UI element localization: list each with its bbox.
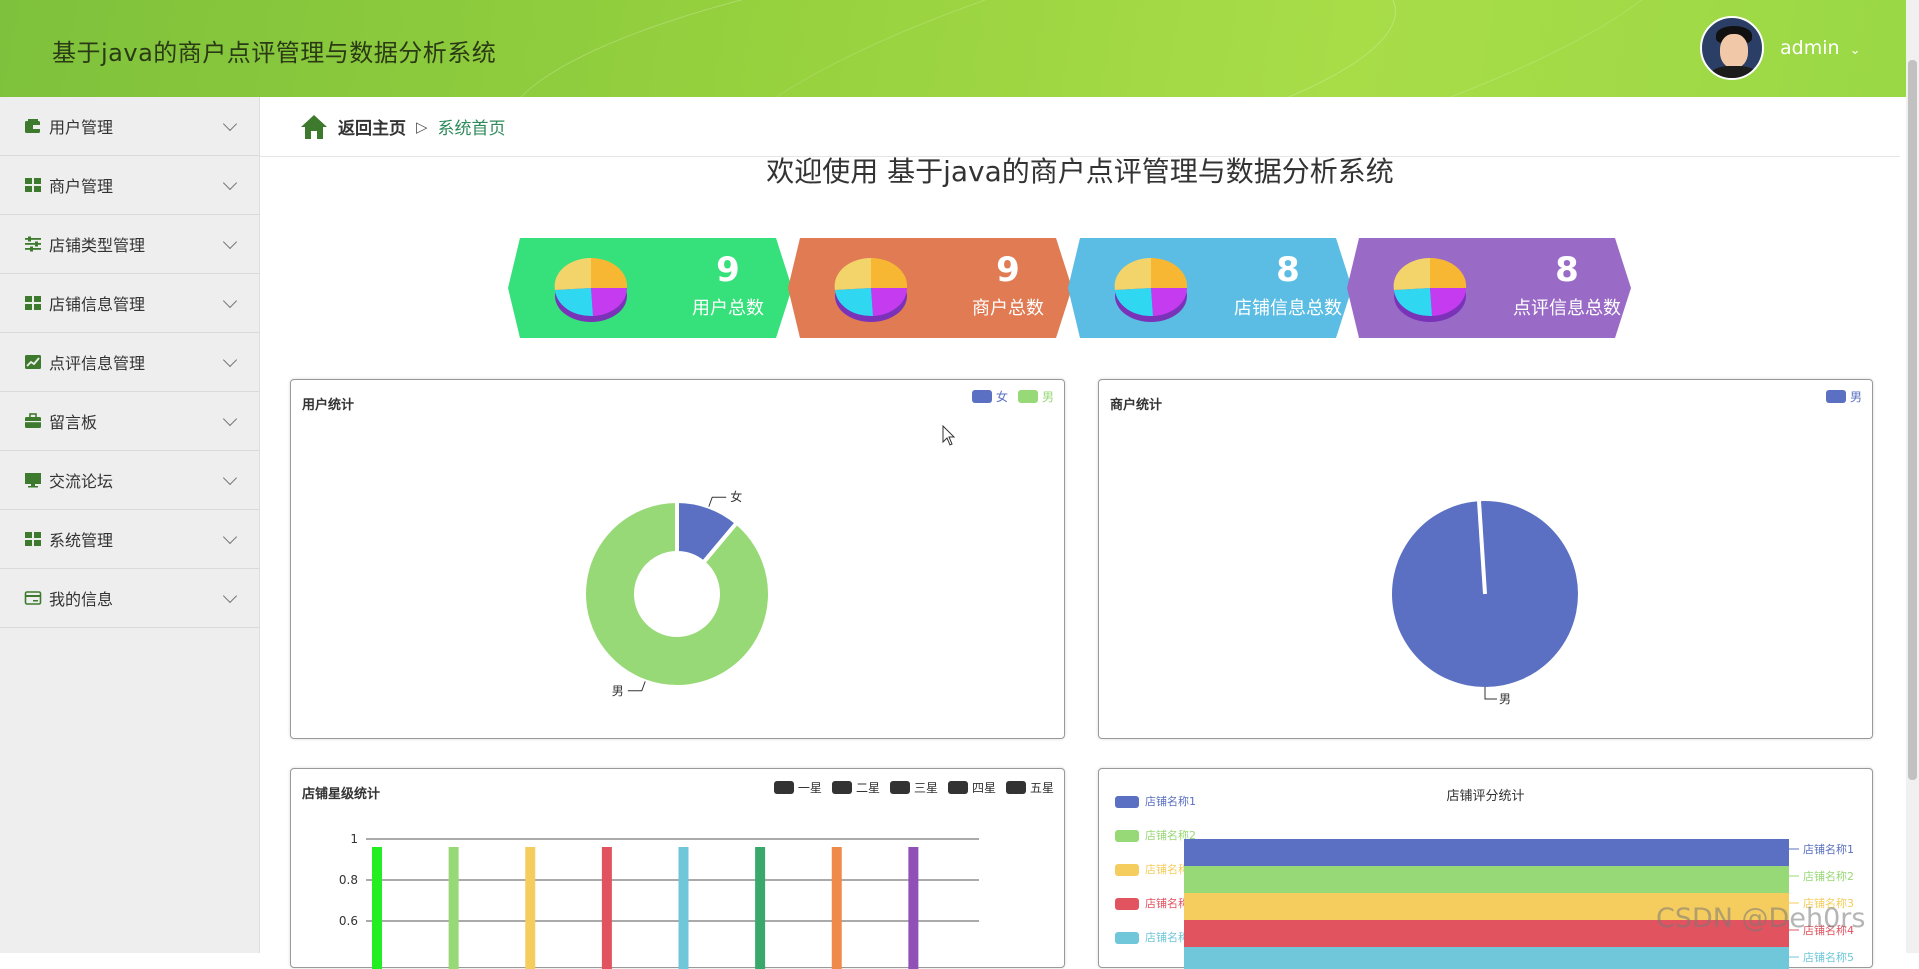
breadcrumb-separator: ▷ (416, 117, 428, 136)
chevron-down-icon (222, 529, 238, 545)
chevron-down-icon (222, 293, 238, 309)
bar[interactable] (525, 847, 536, 969)
sidebar-item-system[interactable]: 系统管理 (0, 510, 259, 569)
sidebar-item-label: 我的信息 (49, 590, 114, 609)
stat-label: 点评信息总数 (1513, 298, 1621, 319)
sidebar-item-forum[interactable]: 交流论坛 (0, 451, 259, 510)
sliders-icon (25, 236, 41, 252)
sidebar: 用户管理 商户管理 店铺类型管理 店铺信息管理 点评信息管理 留言板 交流论坛 … (0, 97, 260, 953)
bar[interactable] (601, 847, 612, 969)
sidebar-item-label: 用户管理 (49, 118, 114, 137)
label-line (627, 681, 646, 692)
sidebar-item-shop-types[interactable]: 店铺类型管理 (0, 215, 259, 274)
merchant-stats-panel: 商户统计 男 男 (1098, 379, 1873, 739)
sidebar-item-my-info[interactable]: 我的信息 (0, 569, 259, 628)
stat-label: 用户总数 (692, 298, 764, 319)
area-label: 店铺名称1 (1803, 842, 1854, 856)
sidebar-item-merchants[interactable]: 商户管理 (0, 156, 259, 215)
area-label: 店铺名称5 (1803, 950, 1854, 964)
breadcrumb: 返回主页 ▷ 系统首页 (260, 97, 1900, 157)
bar[interactable] (831, 847, 842, 969)
chevron-down-icon (222, 352, 238, 368)
area-chart: 店铺名称1店铺名称2店铺名称3店铺名称4店铺名称5 (1184, 839, 1854, 969)
page-title: 欢迎使用 基于java的商户点评管理与数据分析系统 (766, 155, 1394, 188)
app-title: 基于java的商户点评管理与数据分析系统 (52, 39, 497, 67)
briefcase-icon (25, 413, 41, 428)
stat-label: 商户总数 (972, 298, 1044, 319)
stat-value: 8 (1555, 250, 1579, 290)
pie-slice[interactable] (582, 498, 772, 689)
chevron-down-icon (222, 175, 238, 191)
area-label: 店铺名称2 (1803, 869, 1854, 883)
pie-chart-icon (1114, 257, 1188, 322)
sidebar-item-label: 商户管理 (49, 177, 114, 196)
top-header: 基于java的商户点评管理与数据分析系统 admin ⌄ (0, 0, 1919, 97)
y-tick-label: 1 (350, 832, 358, 846)
grid-icon (25, 296, 41, 310)
stat-card-reviews: 8 点评信息总数 (1347, 238, 1631, 338)
stat-card-merchants: 9 商户总数 (788, 238, 1072, 338)
area-band[interactable] (1184, 947, 1789, 969)
scrollbar-thumb[interactable] (1908, 60, 1917, 780)
sidebar-item-label: 店铺类型管理 (49, 236, 146, 255)
sidebar-item-label: 点评信息管理 (49, 354, 146, 373)
avatar[interactable] (1700, 16, 1764, 80)
stat-label: 店铺信息总数 (1234, 298, 1342, 319)
stat-value: 8 (1276, 250, 1300, 290)
chevron-down-icon: ⌄ (1849, 43, 1861, 58)
chevron-down-icon (222, 588, 238, 604)
chevron-down-icon (222, 411, 238, 427)
sidebar-item-label: 留言板 (49, 413, 98, 432)
shop-star-stats-panel: 店铺星级统计 一星 二星 三星 四星 五星 1 0.8 0.6 (290, 768, 1065, 969)
home-icon[interactable] (300, 114, 328, 140)
grid-icon (25, 178, 41, 192)
bar-chart: 1 0.8 0.6 (339, 832, 979, 969)
bar[interactable] (448, 847, 459, 969)
watermark: CSDN @Deh0rs (1656, 903, 1866, 934)
stat-value: 9 (716, 250, 740, 290)
slice-label: 男 (612, 684, 624, 698)
bar[interactable] (372, 847, 382, 969)
area-band[interactable] (1184, 866, 1789, 893)
bar[interactable] (908, 847, 919, 969)
bar[interactable] (678, 847, 689, 969)
area-band[interactable] (1184, 839, 1789, 866)
chevron-down-icon (222, 234, 238, 250)
pie-chart: 男 (1392, 500, 1578, 706)
sidebar-item-label: 系统管理 (49, 531, 114, 550)
label-line (708, 496, 727, 507)
card-icon (24, 591, 42, 605)
wallet-icon (25, 119, 40, 133)
mouse-cursor-icon (942, 425, 956, 446)
sidebar-item-users[interactable]: 用户管理 (0, 97, 259, 156)
chevron-down-icon (222, 470, 238, 486)
scrollbar[interactable] (1906, 0, 1919, 953)
chart-line-icon (25, 355, 41, 369)
slice-label: 男 (1499, 692, 1511, 706)
bar[interactable] (755, 847, 766, 969)
monitor-icon (25, 473, 41, 488)
chevron-down-icon (222, 116, 238, 132)
user-name: admin (1780, 37, 1840, 59)
user-menu[interactable]: admin ⌄ (1780, 37, 1861, 59)
breadcrumb-current: 系统首页 (437, 119, 506, 139)
y-tick-label: 0.6 (339, 914, 358, 928)
y-tick-label: 0.8 (339, 873, 358, 887)
sidebar-item-label: 交流论坛 (49, 472, 114, 491)
slice-label: 女 (730, 489, 742, 504)
pie-chart-icon (834, 257, 908, 322)
shop-score-stats-panel: 店铺评分统计 店铺名称1 店铺名称2 店铺名称3 店铺名称4 店铺名称5 店铺名… (1098, 768, 1873, 969)
grid-icon (25, 532, 41, 546)
label-line (1484, 687, 1497, 700)
sidebar-item-reviews[interactable]: 点评信息管理 (0, 333, 259, 392)
stat-value: 9 (996, 250, 1020, 290)
stat-card-shops: 8 店铺信息总数 (1068, 238, 1352, 338)
sidebar-item-shop-info[interactable]: 店铺信息管理 (0, 274, 259, 333)
pie-chart-icon (1393, 257, 1467, 322)
breadcrumb-home-link[interactable]: 返回主页 (338, 114, 406, 139)
pie-chart-icon (554, 257, 628, 322)
stat-card-users: 9 用户总数 (508, 238, 792, 338)
sidebar-item-message-board[interactable]: 留言板 (0, 392, 259, 451)
sidebar-item-label: 店铺信息管理 (49, 295, 146, 314)
